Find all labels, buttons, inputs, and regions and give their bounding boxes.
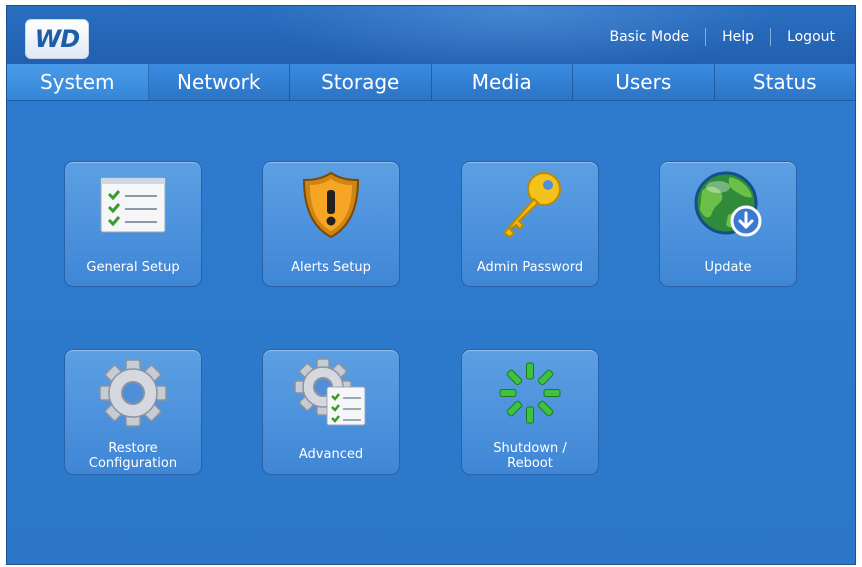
shutdown-label-line2: Reboot bbox=[507, 456, 553, 471]
general-setup-label: General Setup bbox=[86, 260, 180, 275]
shutdown-reboot-tile[interactable]: Shutdown / Reboot bbox=[461, 349, 599, 475]
header-bar: WD Basic Mode Help Logout bbox=[7, 6, 855, 76]
main-tabs: System Network Storage Media Users Statu… bbox=[7, 64, 855, 101]
tab-network[interactable]: Network bbox=[149, 64, 290, 100]
gear-checklist-icon bbox=[291, 358, 371, 428]
restore-label-line2: Configuration bbox=[88, 456, 178, 471]
advanced-label: Advanced bbox=[298, 447, 364, 462]
tab-media[interactable]: Media bbox=[432, 64, 573, 100]
restore-configuration-tile[interactable]: Restore Configuration bbox=[64, 349, 202, 475]
gear-icon bbox=[93, 358, 173, 428]
advanced-tile[interactable]: Advanced bbox=[262, 349, 400, 475]
top-links: Basic Mode Help Logout bbox=[609, 28, 835, 46]
alerts-setup-label: Alerts Setup bbox=[291, 260, 371, 275]
restore-configuration-label: Restore Configuration bbox=[65, 441, 201, 471]
general-setup-tile[interactable]: General Setup bbox=[64, 161, 202, 287]
key-icon bbox=[490, 170, 570, 240]
checklist-icon bbox=[93, 170, 173, 240]
update-label: Update bbox=[704, 260, 752, 275]
app-frame: WD Basic Mode Help Logout System Network… bbox=[6, 5, 856, 565]
shutdown-label-line1: Shutdown / bbox=[493, 441, 567, 456]
warning-shield-icon bbox=[291, 170, 371, 240]
tab-system[interactable]: System bbox=[7, 64, 149, 100]
link-separator bbox=[770, 28, 772, 46]
update-tile[interactable]: Update bbox=[659, 161, 797, 287]
tab-users[interactable]: Users bbox=[573, 64, 715, 100]
logout-link[interactable]: Logout bbox=[787, 29, 835, 45]
link-separator bbox=[705, 28, 707, 46]
basic-mode-link[interactable]: Basic Mode bbox=[609, 29, 689, 45]
admin-password-tile[interactable]: Admin Password bbox=[461, 161, 599, 287]
tab-status[interactable]: Status bbox=[715, 64, 856, 100]
help-link[interactable]: Help bbox=[722, 29, 754, 45]
globe-download-icon bbox=[688, 170, 768, 240]
shutdown-reboot-label: Shutdown / Reboot bbox=[462, 441, 598, 471]
admin-password-label: Admin Password bbox=[476, 260, 584, 275]
power-spinner-icon bbox=[490, 358, 570, 428]
restore-label-line1: Restore bbox=[108, 441, 158, 456]
alerts-setup-tile[interactable]: Alerts Setup bbox=[262, 161, 400, 287]
wd-logo: WD bbox=[25, 19, 89, 59]
tab-storage[interactable]: Storage bbox=[290, 64, 432, 100]
